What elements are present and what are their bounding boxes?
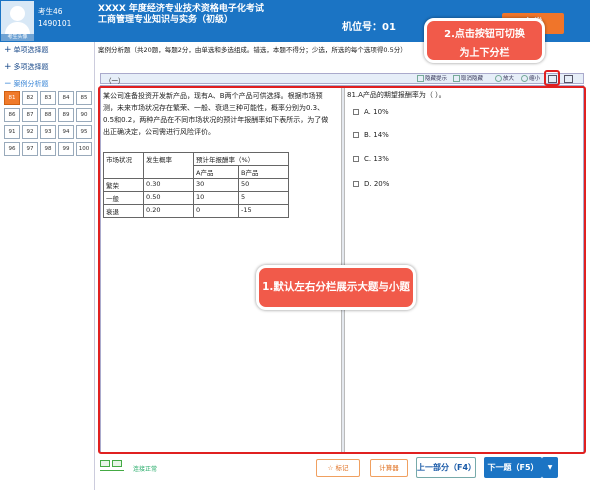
question-number-button[interactable]: 86 (4, 108, 20, 122)
question-number-button[interactable]: 88 (40, 108, 56, 122)
zoom-out-button[interactable]: 缩小 (521, 75, 540, 83)
question-number-button[interactable]: 94 (58, 125, 74, 139)
question-number-button[interactable]: 99 (58, 142, 74, 156)
unhide-tips-button[interactable]: 取消隐藏 (453, 75, 483, 83)
question-number-button[interactable]: 97 (22, 142, 38, 156)
section-single-choice[interactable]: + 单项选择题 (4, 45, 49, 55)
question-number-button[interactable]: 91 (4, 125, 20, 139)
previous-section-button[interactable]: 上一部分（F4） (416, 457, 476, 478)
section-label: 案例分析题 (13, 80, 49, 88)
callout-line: 为上下分栏 (459, 48, 510, 59)
question-number-button[interactable]: 81 (4, 91, 20, 105)
question-number-button[interactable]: 93 (40, 125, 56, 139)
hide-tips-button[interactable]: 隐藏提示 (417, 75, 447, 83)
connection-status: 连接正常 (133, 466, 158, 473)
question-panel-header: （一） 隐藏提示 取消隐藏 放大 缩小 (100, 73, 584, 85)
split-vertical-icon[interactable] (564, 75, 573, 83)
split-button-highlight (544, 70, 560, 86)
minus-icon: − (4, 79, 12, 89)
next-question-button[interactable]: 下一题（F5） (484, 457, 542, 478)
section-multiple-choice[interactable]: + 多项选择题 (4, 62, 49, 72)
question-number-button[interactable]: 90 (76, 108, 92, 122)
exam-title-line1: XXXX 年度经济专业技术资格电子化考试 (98, 4, 264, 14)
callout-split-toggle: 2.点击按钮可切换 为上下分栏 (424, 18, 545, 63)
avatar-head-icon (10, 6, 25, 21)
question-number-button[interactable]: 96 (4, 142, 20, 156)
avatar: 考生头像 (1, 1, 34, 41)
question-number-button[interactable]: 84 (58, 91, 74, 105)
mark-button[interactable]: ☆ 标记 (316, 459, 360, 477)
show-icon (453, 75, 460, 82)
exam-title: XXXX 年度经济专业技术资格电子化考试 工商管理专业知识与实务（初级） (98, 4, 264, 26)
question-number-button[interactable]: 95 (76, 125, 92, 139)
callout-line: 2.点击按钮可切换 (444, 29, 525, 40)
avatar-caption: 考生头像 (1, 34, 34, 41)
zoom-out-icon (521, 75, 528, 82)
question-number-button[interactable]: 83 (40, 91, 56, 105)
question-number-button[interactable]: 92 (22, 125, 38, 139)
candidate-label: 考生46 (38, 7, 63, 16)
zoom-in-button[interactable]: 放大 (495, 75, 514, 83)
section-case-analysis[interactable]: − 案例分析题 (4, 79, 49, 89)
candidate-info: 考生46 1490101 (38, 6, 71, 30)
hide-icon (417, 75, 424, 82)
section-description: 案例分析题（共20题，每题2分，由单选和多选组成。错选，本题不得分；少选，所选的… (98, 46, 407, 54)
chevron-down-icon[interactable]: ▼ (542, 457, 558, 478)
calculator-button[interactable]: 计算器 (370, 459, 408, 477)
candidate-id: 1490101 (38, 19, 72, 28)
question-number-button[interactable]: 85 (76, 91, 92, 105)
zoom-in-icon (495, 75, 502, 82)
question-number-button[interactable]: 98 (40, 142, 56, 156)
connection-icon (100, 460, 124, 474)
question-number-button[interactable]: 89 (58, 108, 74, 122)
plus-icon: + (4, 62, 12, 72)
section-label: 多项选择题 (13, 63, 49, 71)
question-number-button[interactable]: 82 (22, 91, 38, 105)
question-number-button[interactable]: 100 (76, 142, 92, 156)
section-label: 单项选择题 (13, 46, 49, 54)
plus-icon: + (4, 45, 12, 55)
callout-default-layout: 1.默认左右分栏展示大题与小题 (256, 265, 416, 310)
panel-label: （一） (105, 77, 125, 85)
seat-number: 机位号：01 (342, 22, 396, 33)
question-number-button[interactable]: 87 (22, 108, 38, 122)
exam-title-line2: 工商管理专业知识与实务（初级） (98, 15, 234, 25)
